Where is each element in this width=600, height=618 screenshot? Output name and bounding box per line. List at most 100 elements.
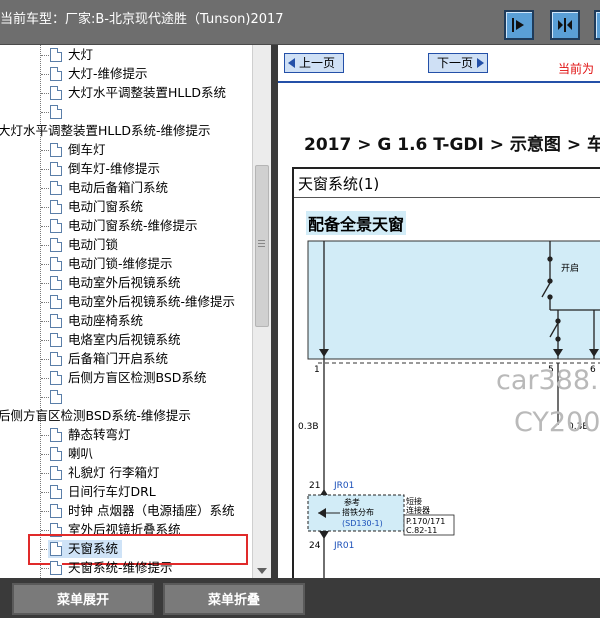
- tree-item[interactable]: 电动室外后视镜系统-维修提示: [48, 293, 235, 311]
- tree-item-label: 倒车灯: [68, 142, 106, 157]
- tree-item[interactable]: 后侧方盲区检测BSD系统: [48, 369, 206, 387]
- tree-item[interactable]: [48, 388, 68, 406]
- menu-expand-button[interactable]: 菜单展开: [12, 583, 154, 615]
- collapse-panels-icon[interactable]: [550, 10, 580, 40]
- tree-item-label: 电动后备箱门系统: [68, 180, 169, 195]
- wire-label-left: 0.3B: [298, 422, 319, 432]
- tree-item-label: 电动室外后视镜系统: [68, 275, 181, 290]
- nav-next-icon[interactable]: [504, 10, 534, 40]
- document-icon: [50, 257, 62, 271]
- sunroof-module-box: [307, 240, 600, 360]
- document-icon: [50, 143, 62, 157]
- connector-bottom-id: JR01: [333, 541, 354, 551]
- tree-item[interactable]: 后备箱门开启系统: [48, 350, 168, 368]
- document-pane: 上一页 下一页 当前为 2017 > G 1.6 T-GDI > 示意图 > 车…: [278, 45, 600, 578]
- document-icon: [50, 48, 62, 62]
- tree-item[interactable]: 电动后备箱门系统: [48, 179, 168, 197]
- document-icon: [50, 67, 62, 81]
- tree-item-label: 礼貌灯 行李箱灯: [68, 465, 160, 480]
- ref-label-3: (SD130-1): [342, 519, 383, 528]
- tree-item-label: 静态转弯灯: [68, 427, 131, 442]
- document-icon: [50, 314, 62, 328]
- wiring-diagram: 开启 1 5 6 0.3B 0.3B 21 JR01 参考 搭铁分布 (SD13…: [298, 240, 600, 578]
- tree-item[interactable]: 日间行车灯DRL: [48, 483, 156, 501]
- tree-item-label: 日间行车灯DRL: [68, 484, 156, 499]
- scroll-down-arrow-icon[interactable]: [257, 568, 267, 574]
- tree-item-label: 喇叭: [68, 446, 94, 461]
- tree-item-label: 电动座椅系统: [68, 313, 144, 328]
- tree-item[interactable]: 时钟 点烟器（电源插座）系统: [48, 502, 234, 520]
- title-bar: 当前车型：厂家:B-北京现代途胜（Tunson)2017: [0, 0, 600, 45]
- menu-collapse-button[interactable]: 菜单折叠: [163, 583, 305, 615]
- tree-item-label: 时钟 点烟器（电源插座）系统: [68, 503, 235, 518]
- tree-item-label: 后侧方盲区检测BSD系统: [68, 370, 207, 385]
- tree-item-label: 倒车灯-维修提示: [68, 161, 161, 176]
- tree-item[interactable]: 大灯水平调整装置HLLD系统: [48, 84, 226, 102]
- short-connector-label-2: 连接器: [406, 505, 430, 515]
- tree-item[interactable]: 电动室外后视镜系统: [48, 274, 181, 292]
- document-icon: [50, 447, 62, 461]
- tree-item[interactable]: 大灯-维修提示: [48, 65, 148, 83]
- tree-item-label: 电动门锁: [68, 237, 119, 252]
- tree-item[interactable]: 电动门锁: [48, 236, 118, 254]
- document-icon: [50, 295, 62, 309]
- scrollbar-grip-icon: [258, 240, 265, 241]
- document-icon: [50, 238, 62, 252]
- tree-item[interactable]: 天窗系统-维修提示: [48, 559, 173, 577]
- tree-item[interactable]: [48, 103, 68, 121]
- document-icon: [50, 561, 62, 575]
- tree-item[interactable]: 大灯: [48, 46, 93, 64]
- tree-item[interactable]: 大灯水平调整装置HLLD系统-维修提示: [0, 122, 210, 140]
- document-icon: [50, 371, 62, 385]
- tree-item-label: 大灯-维修提示: [68, 66, 148, 81]
- page-ref-2: C.82-11: [406, 526, 437, 535]
- tree-item[interactable]: 礼貌灯 行李箱灯: [48, 464, 159, 482]
- tree-item[interactable]: 倒车灯: [48, 141, 106, 159]
- tree-item[interactable]: 电动座椅系统: [48, 312, 143, 330]
- tree-item-label: 电动门锁-维修提示: [68, 256, 173, 271]
- page-ref-1: P.170/171: [406, 517, 445, 526]
- tree-item-label: 大灯水平调整装置HLLD系统-维修提示: [0, 123, 211, 138]
- short-connector-label-1: 短接: [406, 496, 422, 506]
- tree-item-label: 电动室外后视镜系统-维修提示: [68, 294, 236, 309]
- connector-bottom-number: 24: [309, 541, 321, 551]
- document-icon: [50, 105, 62, 119]
- pin-1-label: 1: [314, 365, 320, 375]
- watermark-1: car388.: [496, 365, 599, 396]
- tree-scrollbar[interactable]: [252, 45, 271, 578]
- tree-item[interactable]: 电烙室内后视镜系统: [48, 331, 181, 349]
- document-icon: [50, 390, 62, 404]
- tree-item-label: 大灯水平调整装置HLLD系统: [68, 85, 226, 100]
- tree-item[interactable]: 电动门窗系统-维修提示: [48, 217, 198, 235]
- tree-item-label: 电动门窗系统: [68, 199, 144, 214]
- ref-label-1: 参考: [344, 497, 360, 507]
- document-icon: [50, 276, 62, 290]
- current-vehicle-title: 当前车型：厂家:B-北京现代途胜（Tunson)2017: [0, 12, 284, 27]
- tree-item[interactable]: 倒车灯-维修提示: [48, 160, 160, 178]
- tree-item[interactable]: 静态转弯灯: [48, 426, 131, 444]
- document-icon: [50, 428, 62, 442]
- bottom-menu-bar: 菜单展开 菜单折叠: [0, 578, 600, 618]
- tree-item[interactable]: 后侧方盲区检测BSD系统-维修提示: [0, 407, 191, 425]
- tree-item[interactable]: 电动门锁-维修提示: [48, 255, 173, 273]
- tree-item[interactable]: 电动门窗系统: [48, 198, 143, 216]
- tree-item-label: 后备箱门开启系统: [68, 351, 169, 366]
- tree-item-label: 大灯: [68, 47, 94, 62]
- category-tree: 大灯大灯-维修提示大灯水平调整装置HLLD系统大灯水平调整装置HLLD系统-维修…: [0, 45, 253, 578]
- document-icon: [50, 219, 62, 233]
- document-icon: [50, 504, 62, 518]
- tree-item-label: 电烙室内后视镜系统: [68, 332, 181, 347]
- expand-panels-icon[interactable]: [594, 10, 600, 40]
- document-icon: [50, 181, 62, 195]
- document-icon: [50, 200, 62, 214]
- document-icon: [50, 485, 62, 499]
- watermark-2: CY200: [514, 407, 600, 438]
- document-icon: [50, 466, 62, 480]
- tree-item-label: 后侧方盲区检测BSD系统-维修提示: [0, 408, 191, 423]
- document-icon: [50, 352, 62, 366]
- scrollbar-thumb[interactable]: [255, 165, 269, 327]
- tree-item[interactable]: 喇叭: [48, 445, 93, 463]
- document-icon: [50, 162, 62, 176]
- connector-top-id: JR01: [333, 481, 354, 491]
- open-switch-label: 开启: [561, 262, 579, 274]
